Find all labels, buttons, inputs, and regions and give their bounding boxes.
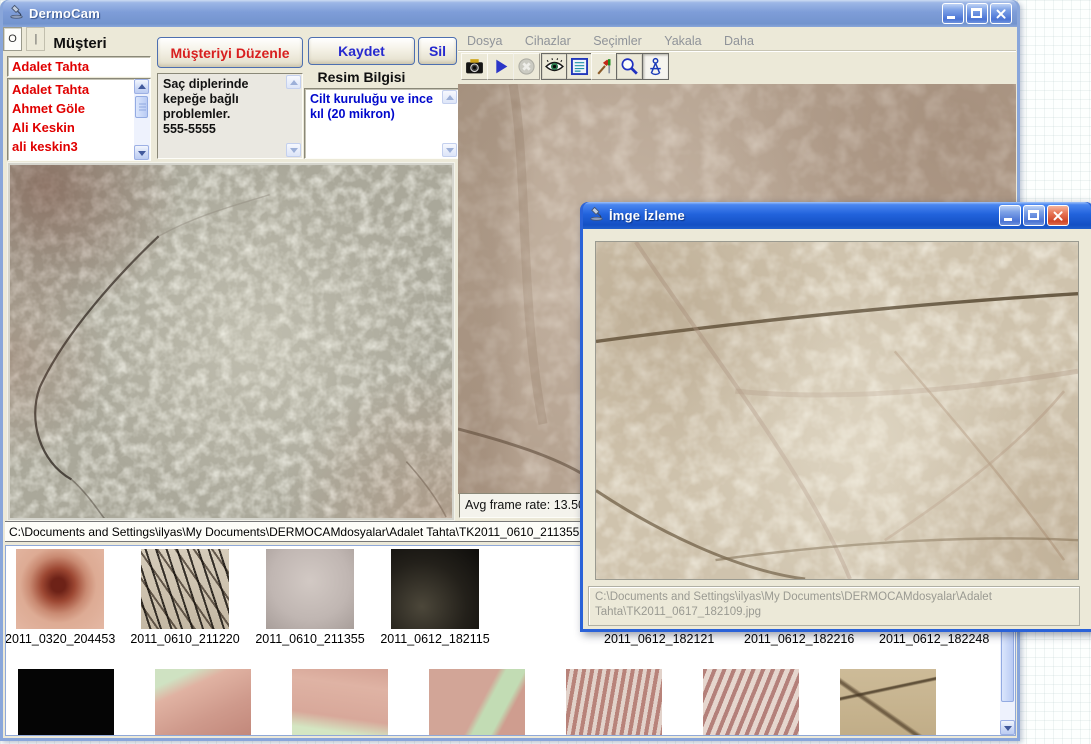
close-button[interactable] [990, 3, 1012, 24]
minimize-button[interactable] [999, 205, 1021, 226]
minimize-icon [947, 16, 955, 19]
maximize-icon [1028, 210, 1039, 220]
customer-section-label: Müşteri [10, 35, 150, 52]
scroll-up-button[interactable] [286, 75, 301, 89]
thumbnail-image[interactable] [840, 669, 936, 736]
arrow-down-icon [290, 148, 298, 153]
viewer-body: C:\Documents and Settings\ilyas\My Docum… [583, 229, 1091, 629]
minimize-button[interactable] [942, 3, 964, 24]
arrow-up-icon [290, 80, 298, 85]
thumbnail-image[interactable] [16, 549, 104, 629]
image-viewer-window: İmge İzleme [580, 202, 1091, 632]
menu-yakala[interactable]: Yakala [664, 34, 701, 48]
arrow-down-icon [1004, 726, 1012, 731]
thumbnail-image[interactable] [566, 669, 662, 736]
close-button[interactable] [1047, 205, 1069, 226]
edit-customer-button[interactable]: Müşteriyi Düzenle [157, 37, 303, 68]
report-icon [569, 56, 590, 77]
close-icon [1052, 210, 1064, 222]
scroll-down-button[interactable] [134, 145, 149, 160]
scroll-down-button[interactable] [442, 143, 457, 157]
viewer-title-bar[interactable]: İmge İzleme [583, 202, 1091, 229]
customer-list-item[interactable]: Ali Keskin [9, 118, 134, 137]
microscope-icon [9, 4, 24, 24]
menu-bar: Dosya Cihazlar Seçimler Yakala Daha [458, 31, 1016, 51]
close-icon [995, 8, 1007, 20]
customer-list-item[interactable]: ali keskin3 [9, 137, 134, 156]
selected-customer-field[interactable]: Adalet Tahta [7, 56, 151, 77]
thumbnail-label: 2011_0612_182248 [879, 632, 989, 646]
save-button[interactable]: Kaydet [308, 37, 415, 65]
stop-button [513, 53, 540, 80]
main-window-title: DermoCam [29, 6, 100, 21]
camera-icon [464, 56, 485, 77]
arrow-up-icon [446, 95, 454, 100]
thumbnail-image[interactable] [429, 669, 525, 736]
viewed-image [595, 241, 1079, 580]
menu-daha[interactable]: Daha [724, 34, 754, 48]
toolbar [458, 52, 1016, 83]
image-info-label: Resim Bilgisi [308, 69, 415, 85]
arrow-down-icon [446, 148, 454, 153]
selected-image-preview [8, 163, 454, 520]
thumbnail-label: 2011_0612_182121 [604, 632, 714, 646]
thumbnail-image[interactable] [703, 669, 799, 736]
customer-listbox[interactable]: Adalet Tahta Ahmet Göle Ali Keskin ali k… [7, 78, 151, 161]
live-view-button[interactable] [541, 53, 568, 80]
thumbnail-label: 2011_0320_204453 [5, 632, 115, 646]
thumbnail-image[interactable] [292, 669, 388, 736]
tools-icon [594, 56, 615, 77]
minimize-icon [1004, 218, 1012, 221]
customer-list-scrollbar[interactable] [134, 79, 150, 160]
microscope-icon [589, 206, 604, 226]
capture-button[interactable] [461, 53, 488, 80]
arrow-up-icon [138, 84, 146, 89]
maximize-icon [971, 8, 982, 18]
report-button[interactable] [566, 53, 593, 80]
measure-icon [645, 56, 666, 77]
thumbnail-image[interactable] [266, 549, 354, 629]
main-title-bar[interactable]: DermoCam [3, 0, 1017, 27]
grip-icon [139, 104, 146, 111]
maximize-button[interactable] [1023, 205, 1045, 226]
menu-secimler[interactable]: Seçimler [593, 34, 642, 48]
maximize-button[interactable] [966, 3, 988, 24]
menu-dosya[interactable]: Dosya [467, 34, 502, 48]
thumbnail-label: 2011_0612_182216 [744, 632, 854, 646]
thumbnail-label: 2011_0610_211220 [130, 632, 240, 646]
customer-notes-text: Saç diplerinde kepeğe bağlı problemler. … [163, 77, 284, 156]
customer-list-item[interactable]: Ahmet Göle [9, 99, 134, 118]
magnifier-icon [619, 56, 640, 77]
viewer-window-title: İmge İzleme [609, 208, 685, 223]
settings-tools-button[interactable] [591, 53, 618, 80]
thumbnail-image[interactable] [155, 669, 251, 736]
desktop: DermoCam Müşteri Adalet Tahta Adalet Tah… [0, 0, 1091, 744]
thumbnail-image[interactable] [18, 669, 114, 736]
menu-cihazlar[interactable]: Cihazlar [525, 34, 571, 48]
viewer-path-box: C:\Documents and Settings\ilyas\My Docum… [588, 586, 1080, 626]
customer-list-item[interactable]: Adalet Tahta [9, 80, 134, 99]
measure-tool-button[interactable] [642, 53, 669, 80]
thumbnail-label: 2011_0612_182115 [380, 632, 490, 646]
scroll-up-button[interactable] [134, 79, 149, 94]
delete-button[interactable]: Sil [418, 37, 457, 65]
scrollbar-thumb[interactable] [135, 96, 148, 118]
zoom-tool-button[interactable] [616, 53, 643, 80]
eye-icon [544, 56, 565, 77]
thumbnail-image[interactable] [141, 549, 229, 629]
image-info-text: Cilt kuruluğu ve ince kıl (20 mikron) [310, 92, 440, 156]
stop-icon [516, 56, 537, 77]
scroll-down-button[interactable] [1000, 720, 1015, 735]
play-icon [490, 56, 511, 77]
scroll-down-button[interactable] [286, 143, 301, 157]
thumbnail-image[interactable] [391, 549, 479, 629]
image-info-box[interactable]: Cilt kuruluğu ve ince kıl (20 mikron) [304, 88, 459, 159]
scroll-up-button[interactable] [442, 90, 457, 104]
play-button[interactable] [487, 53, 514, 80]
arrow-down-icon [138, 151, 146, 156]
customer-notes-box[interactable]: Saç diplerinde kepeğe bağlı problemler. … [157, 73, 303, 159]
thumbnail-label: 2011_0610_211355 [255, 632, 365, 646]
